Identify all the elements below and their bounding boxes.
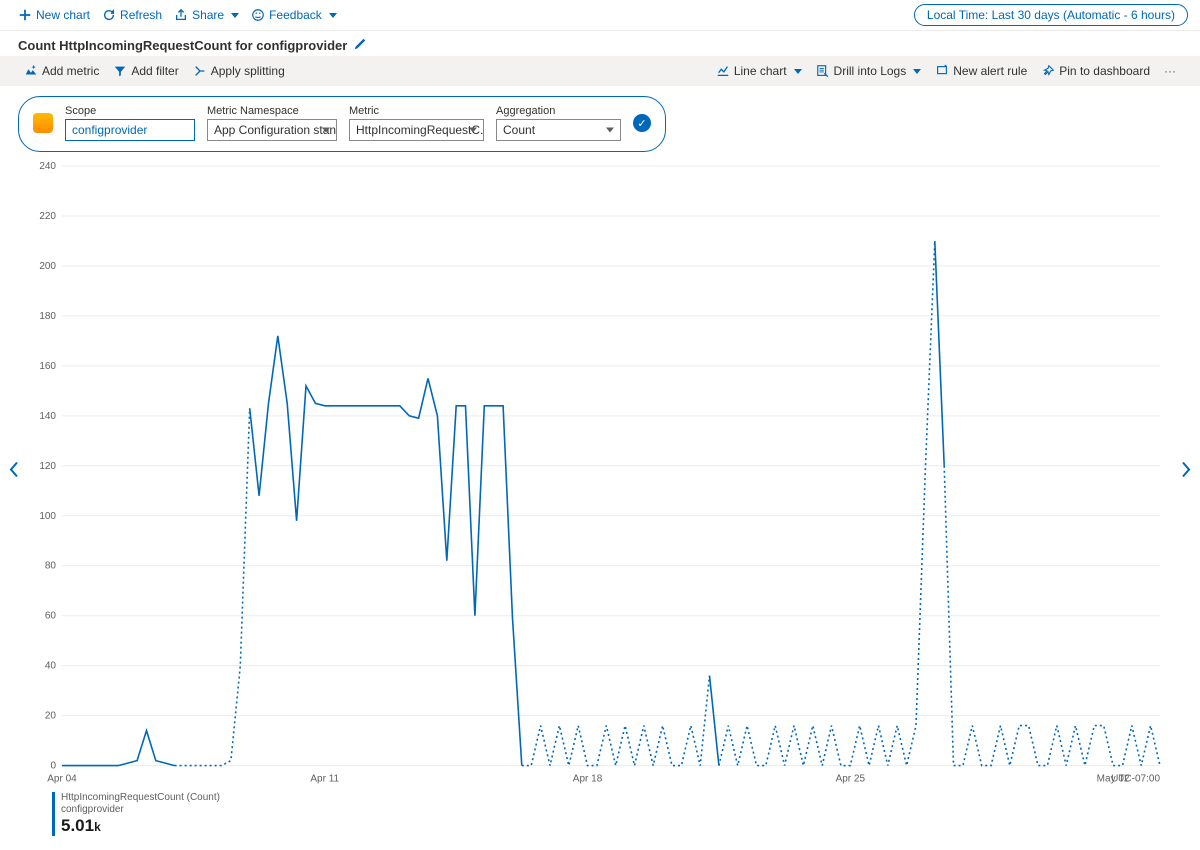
feedback-button[interactable]: Feedback bbox=[245, 4, 343, 26]
chart-title: Count HttpIncomingRequestCount for confi… bbox=[18, 38, 347, 53]
add-filter-button[interactable]: Add filter bbox=[107, 60, 184, 82]
chart-type-label: Line chart bbox=[734, 64, 787, 78]
svg-text:20: 20 bbox=[45, 711, 57, 722]
resource-icon bbox=[33, 113, 53, 133]
svg-text:120: 120 bbox=[39, 461, 56, 472]
chart-title-row: Count HttpIncomingRequestCount for confi… bbox=[0, 31, 1200, 56]
svg-text:140: 140 bbox=[39, 411, 56, 422]
svg-text:100: 100 bbox=[39, 511, 56, 522]
apply-splitting-button[interactable]: Apply splitting bbox=[187, 60, 291, 82]
new-alert-label: New alert rule bbox=[953, 64, 1027, 78]
svg-text:180: 180 bbox=[39, 311, 56, 322]
legend-metric-name: HttpIncomingRequestCount (Count) bbox=[61, 792, 1170, 804]
chevron-right-icon bbox=[1180, 460, 1192, 478]
svg-text:UTC-07:00: UTC-07:00 bbox=[1111, 774, 1160, 785]
drill-logs-button[interactable]: Drill into Logs bbox=[810, 60, 928, 82]
metric-label: Metric bbox=[349, 105, 484, 117]
new-chart-label: New chart bbox=[36, 8, 90, 22]
namespace-label: Metric Namespace bbox=[207, 105, 337, 117]
line-chart[interactable]: 0 20 40 60 80 100 120 140 160 180 200 220 240 Apr 04 A… bbox=[30, 156, 1170, 788]
chart-action-bar: Add metric Add filter Apply splitting Li… bbox=[0, 56, 1200, 86]
new-chart-button[interactable]: New chart bbox=[12, 4, 96, 26]
svg-text:200: 200 bbox=[39, 261, 56, 272]
drill-logs-label: Drill into Logs bbox=[834, 64, 907, 78]
svg-text:160: 160 bbox=[39, 361, 56, 372]
logs-icon bbox=[816, 64, 830, 78]
time-range-pill[interactable]: Local Time: Last 30 days (Automatic - 6 … bbox=[914, 4, 1188, 26]
more-actions-button[interactable]: ··· bbox=[1158, 60, 1182, 82]
svg-text:Apr 18: Apr 18 bbox=[573, 774, 603, 785]
svg-text:Apr 25: Apr 25 bbox=[836, 774, 866, 785]
add-metric-button[interactable]: Add metric bbox=[18, 60, 105, 82]
edit-title-button[interactable] bbox=[353, 37, 367, 54]
legend-total: 5.01k bbox=[61, 816, 1170, 836]
prev-chart-button[interactable] bbox=[2, 454, 26, 489]
aggregation-select[interactable]: Count bbox=[496, 119, 621, 141]
pin-dashboard-label: Pin to dashboard bbox=[1059, 64, 1150, 78]
svg-text:Apr 11: Apr 11 bbox=[310, 774, 339, 785]
chart-type-button[interactable]: Line chart bbox=[710, 60, 808, 82]
aggregation-label: Aggregation bbox=[496, 105, 621, 117]
new-alert-button[interactable]: New alert rule bbox=[929, 60, 1033, 82]
refresh-label: Refresh bbox=[120, 8, 162, 22]
share-button[interactable]: Share bbox=[168, 4, 245, 26]
pencil-icon bbox=[353, 37, 367, 51]
scope-input[interactable]: configprovider bbox=[65, 119, 195, 141]
legend: HttpIncomingRequestCount (Count) configp… bbox=[0, 788, 1200, 850]
chevron-left-icon bbox=[8, 460, 20, 478]
namespace-select[interactable]: App Configuration stan... bbox=[207, 119, 337, 141]
svg-text:80: 80 bbox=[45, 561, 57, 572]
metric-select[interactable]: HttpIncomingRequestC... bbox=[349, 119, 484, 141]
add-filter-label: Add filter bbox=[131, 64, 178, 78]
plus-icon bbox=[18, 8, 32, 22]
svg-text:60: 60 bbox=[45, 611, 57, 622]
svg-text:0: 0 bbox=[50, 761, 56, 772]
chart-area: 0 20 40 60 80 100 120 140 160 180 200 220 240 Apr 04 A… bbox=[0, 156, 1200, 788]
add-metric-label: Add metric bbox=[42, 64, 99, 78]
feedback-icon bbox=[251, 8, 265, 22]
svg-text:220: 220 bbox=[39, 211, 56, 222]
svg-text:Apr 04: Apr 04 bbox=[47, 774, 77, 785]
pin-icon bbox=[1041, 64, 1055, 78]
line-chart-icon bbox=[716, 64, 730, 78]
legend-resource-name: configprovider bbox=[61, 804, 1170, 816]
pin-dashboard-button[interactable]: Pin to dashboard bbox=[1035, 60, 1156, 82]
alert-icon bbox=[935, 64, 949, 78]
next-chart-button[interactable] bbox=[1174, 454, 1198, 489]
refresh-button[interactable]: Refresh bbox=[96, 4, 168, 26]
splitting-icon bbox=[193, 64, 207, 78]
metric-pill-row: Scope configprovider Metric Namespace Ap… bbox=[0, 86, 1200, 156]
feedback-label: Feedback bbox=[269, 8, 322, 22]
legend-entry[interactable]: HttpIncomingRequestCount (Count) configp… bbox=[52, 792, 1170, 836]
share-label: Share bbox=[192, 8, 224, 22]
svg-text:40: 40 bbox=[45, 661, 57, 672]
svg-text:240: 240 bbox=[39, 161, 56, 172]
confirm-metric-button[interactable]: ✓ bbox=[633, 114, 651, 132]
refresh-icon bbox=[102, 8, 116, 22]
filter-icon bbox=[113, 64, 127, 78]
apply-splitting-label: Apply splitting bbox=[211, 64, 285, 78]
top-toolbar: New chart Refresh Share Feedback Local T… bbox=[0, 0, 1200, 31]
metric-sparkle-icon bbox=[24, 64, 38, 78]
share-icon bbox=[174, 8, 188, 22]
metric-pill: Scope configprovider Metric Namespace Ap… bbox=[18, 96, 666, 152]
scope-label: Scope bbox=[65, 105, 195, 117]
